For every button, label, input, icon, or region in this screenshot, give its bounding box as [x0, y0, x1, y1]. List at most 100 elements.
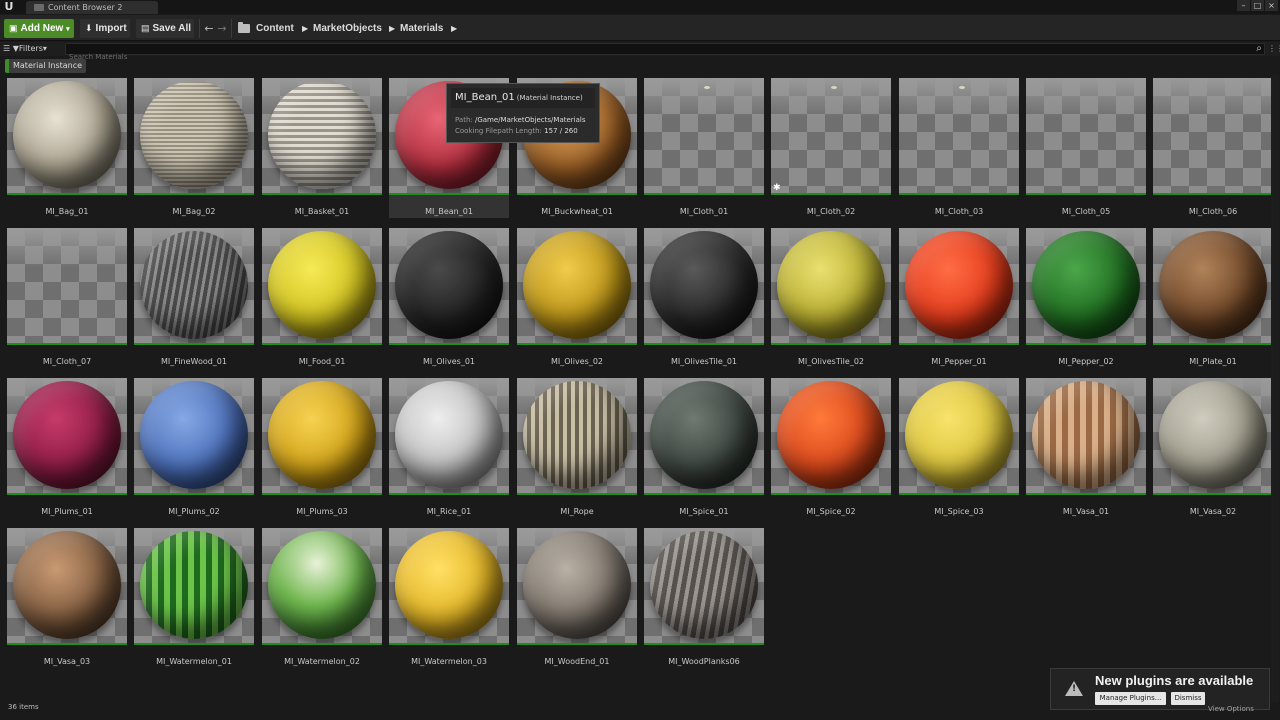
folder-icon[interactable]: [238, 22, 250, 33]
asset-tile[interactable]: MI_Spice_03: [899, 378, 1019, 518]
asset-tile[interactable]: MI_Olives_02: [517, 228, 637, 368]
asset-name: MI_Vasa_03: [43, 657, 91, 666]
view-options-button[interactable]: View Options: [1208, 705, 1254, 713]
asset-tile[interactable]: MI_Spice_01: [644, 378, 764, 518]
asset-thumbnail: [644, 378, 764, 495]
grip-icon[interactable]: ⋮⋮: [1268, 43, 1280, 55]
asset-name: MI_Olives_02: [550, 357, 603, 366]
import-button[interactable]: ⬇ Import: [80, 19, 130, 38]
asset-tile[interactable]: MI_Cloth_07: [7, 228, 127, 368]
item-count: 36 items: [8, 703, 39, 711]
asset-type-color-bar: [517, 193, 637, 195]
tooltip-cook-value: 157 / 260: [544, 127, 578, 135]
breadcrumb-arrow-icon[interactable]: ▶: [451, 19, 457, 38]
asset-tile[interactable]: MI_Watermelon_01: [134, 528, 254, 668]
material-preview-sphere: [1159, 231, 1267, 339]
search-box[interactable]: [65, 43, 1265, 62]
asset-tile[interactable]: MI_Cloth_01: [644, 78, 764, 218]
asset-type-color-bar: [517, 643, 637, 645]
asset-name: MI_OlivesTile_02: [797, 357, 864, 366]
asset-tile[interactable]: MI_Cloth_06: [1153, 78, 1273, 218]
search-icon[interactable]: ⌕: [1253, 43, 1265, 55]
material-preview-sphere: [905, 381, 1013, 489]
asset-thumbnail: [134, 378, 254, 495]
material-preview-sphere: [777, 381, 885, 489]
breadcrumb-marketobjects[interactable]: MarketObjects: [313, 19, 382, 38]
minimize-button[interactable]: –: [1237, 0, 1250, 11]
asset-tile[interactable]: MI_FineWood_01: [134, 228, 254, 368]
maximize-button[interactable]: □: [1251, 0, 1264, 11]
asset-tile[interactable]: MI_Watermelon_02: [262, 528, 382, 668]
material-preview-sphere: [1032, 381, 1140, 489]
warning-icon: !: [1065, 681, 1083, 696]
asset-tile[interactable]: MI_OlivesTile_02: [771, 228, 891, 368]
material-preview-sphere: [523, 381, 631, 489]
filters-button[interactable]: ☰ ▼Filters▾: [3, 43, 47, 55]
asset-tile[interactable]: MI_Spice_02: [771, 378, 891, 518]
asset-tile[interactable]: MI_Pepper_01: [899, 228, 1019, 368]
asset-tile[interactable]: MI_Vasa_02: [1153, 378, 1273, 518]
asset-name: MI_Cloth_05: [1061, 207, 1111, 216]
asset-thumbnail: [1026, 228, 1146, 345]
asset-tile[interactable]: MI_Cloth_05: [1026, 78, 1146, 218]
manage-plugins-button[interactable]: Manage Plugins...: [1095, 692, 1166, 705]
asset-tile[interactable]: MI_Plums_02: [134, 378, 254, 518]
scrollbar[interactable]: [1271, 75, 1279, 702]
close-button[interactable]: ×: [1265, 0, 1278, 11]
title-bar: U Content Browser 2 – □ ×: [0, 0, 1280, 14]
add-new-button[interactable]: ▣ Add New ▾: [4, 19, 74, 38]
asset-type-color-bar: [7, 343, 127, 345]
asset-type-color-bar: [7, 643, 127, 645]
asset-thumbnail: [644, 228, 764, 345]
asset-name: MI_Plate_01: [1189, 357, 1237, 366]
save-all-button[interactable]: ▤ Save All: [136, 19, 194, 38]
asset-tile[interactable]: MI_Plums_03: [262, 378, 382, 518]
asset-tile[interactable]: MI_Bag_01: [7, 78, 127, 218]
forward-arrow-icon[interactable]: →: [216, 19, 228, 38]
asset-tile[interactable]: MI_Basket_01: [262, 78, 382, 218]
asset-tile[interactable]: MI_Watermelon_03: [389, 528, 509, 668]
asset-tile[interactable]: MI_Cloth_03: [899, 78, 1019, 218]
filter-chip-material-instance[interactable]: Material Instance: [5, 59, 87, 73]
material-preview-sphere: [13, 81, 121, 189]
asset-thumbnail: [7, 378, 127, 495]
asset-name: MI_Bag_01: [45, 207, 89, 216]
breadcrumb-materials[interactable]: Materials: [400, 19, 443, 38]
breadcrumb-arrow-icon[interactable]: ▶: [302, 19, 308, 38]
asset-name: MI_Bean_01: [425, 207, 473, 216]
sources-toggle-icon[interactable]: ☰: [3, 44, 10, 53]
search-input[interactable]: [66, 52, 1264, 62]
asset-tile[interactable]: MI_Pepper_02: [1026, 228, 1146, 368]
tab-title: Content Browser 2: [48, 3, 123, 12]
asset-tile[interactable]: MI_Plate_01: [1153, 228, 1273, 368]
asset-tile[interactable]: ✱ MI_Cloth_02: [771, 78, 891, 218]
asset-type-color-bar: [262, 193, 382, 195]
back-arrow-icon[interactable]: ←: [203, 19, 215, 38]
asset-tile[interactable]: MI_Rice_01: [389, 378, 509, 518]
asset-name: MI_Cloth_07: [42, 357, 92, 366]
asset-tile[interactable]: MI_WoodPlanks06: [644, 528, 764, 668]
asset-tile[interactable]: MI_Rope: [517, 378, 637, 518]
asset-tile[interactable]: MI_WoodEnd_01: [517, 528, 637, 668]
asset-type-color-bar: [644, 193, 764, 195]
asset-thumbnail: [1153, 78, 1273, 195]
asset-type-color-bar: [134, 343, 254, 345]
asset-tile[interactable]: MI_OlivesTile_01: [644, 228, 764, 368]
asset-tile[interactable]: MI_Olives_01: [389, 228, 509, 368]
toolbar-divider: [199, 19, 200, 38]
asset-tile[interactable]: MI_Vasa_01: [1026, 378, 1146, 518]
asset-tile[interactable]: MI_Vasa_03: [7, 528, 127, 668]
breadcrumb-content[interactable]: Content: [256, 19, 294, 38]
asset-name: MI_Olives_01: [422, 357, 475, 366]
tab-content-browser[interactable]: Content Browser 2: [26, 1, 158, 14]
asset-tile[interactable]: MI_Plums_01: [7, 378, 127, 518]
asset-name: MI_Bag_02: [172, 207, 216, 216]
asset-type-color-bar: [134, 643, 254, 645]
dismiss-button[interactable]: Dismiss: [1171, 692, 1205, 705]
asset-thumbnail: [134, 228, 254, 345]
asset-thumbnail: [7, 228, 127, 345]
breadcrumb-arrow-icon[interactable]: ▶: [389, 19, 395, 38]
material-preview-sphere: [650, 381, 758, 489]
asset-tile[interactable]: MI_Food_01: [262, 228, 382, 368]
asset-tile[interactable]: MI_Bag_02: [134, 78, 254, 218]
